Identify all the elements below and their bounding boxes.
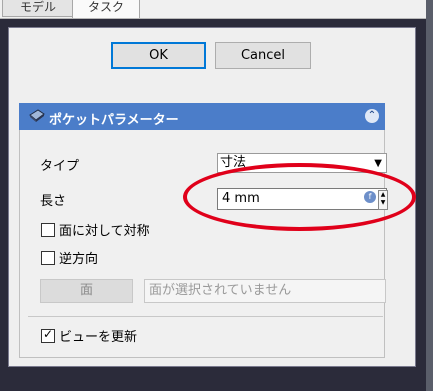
red-highlight-ellipse xyxy=(183,163,416,231)
tab-model[interactable]: モデル xyxy=(2,0,74,17)
type-label: タイプ xyxy=(40,159,80,174)
divider xyxy=(28,316,383,317)
tab-tasks[interactable]: タスク xyxy=(72,0,140,18)
pocket-parameters-header[interactable]: ポケットパラメーター ⌃ xyxy=(19,103,385,130)
chevron-down-icon: ▼ xyxy=(374,158,382,169)
collapse-icon[interactable]: ⌃ xyxy=(365,109,379,123)
update-view-checkbox[interactable] xyxy=(41,327,55,343)
tab-tasks-label: タスク xyxy=(87,0,124,14)
face-selection-field[interactable]: 面が選択されていません xyxy=(144,279,386,303)
symmetric-checkbox[interactable] xyxy=(41,223,55,237)
symmetric-label: 面に対して対称 xyxy=(59,224,150,239)
reversed-checkbox[interactable] xyxy=(41,251,55,265)
face-button[interactable]: 面 xyxy=(40,279,133,303)
right-edge-strip xyxy=(426,0,433,391)
tab-bar: モデル タスク xyxy=(0,0,433,19)
pocket-icon xyxy=(29,109,45,122)
pocket-parameters-title: ポケットパラメーター xyxy=(49,113,179,128)
cancel-button[interactable]: Cancel xyxy=(215,42,311,69)
tab-model-label: モデル xyxy=(19,0,56,14)
ok-button[interactable]: OK xyxy=(111,42,206,69)
length-label: 長さ xyxy=(40,194,67,209)
update-view-label: ビューを更新 xyxy=(59,330,138,345)
reversed-label: 逆方向 xyxy=(59,252,99,267)
